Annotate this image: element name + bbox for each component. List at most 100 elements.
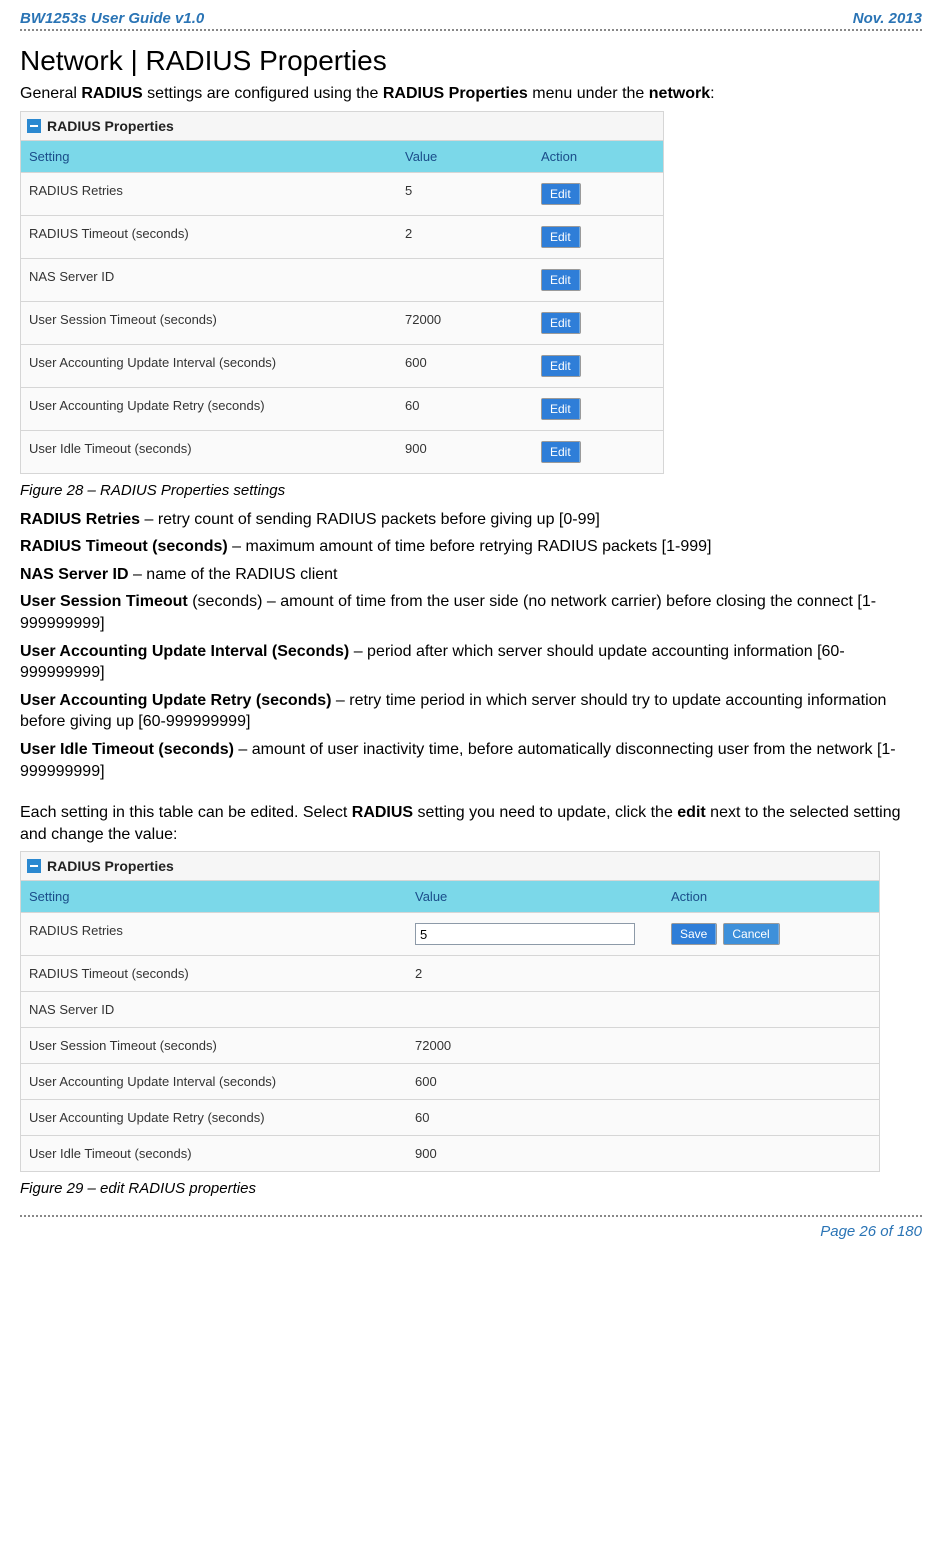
cell-action: Edit [533, 388, 663, 430]
doc-title: BW1253s User Guide v1.0 [20, 10, 204, 27]
cell-value [407, 992, 663, 1027]
edit-button[interactable]: Edit [541, 355, 581, 377]
para-text: Each setting in this table can be edited… [20, 804, 352, 821]
col-value: Value [397, 141, 533, 172]
table-row: NAS Server ID Edit [21, 258, 663, 301]
cell-value: 2 [397, 216, 533, 258]
cell-action [663, 992, 879, 1027]
col-action: Action [533, 141, 663, 172]
definition-term: RADIUS Retries [20, 511, 140, 528]
cell-setting: RADIUS Timeout (seconds) [21, 216, 397, 258]
cell-action: Edit [533, 431, 663, 473]
definition-term: NAS Server ID [20, 566, 129, 583]
cell-setting: User Accounting Update Retry (seconds) [21, 388, 397, 430]
table-row: User Session Timeout (seconds)72000 [21, 1027, 879, 1063]
panel-title: RADIUS Properties [47, 858, 174, 874]
intro-text: General [20, 85, 81, 102]
cell-action [663, 1064, 879, 1099]
cell-setting: User Session Timeout (seconds) [21, 1028, 407, 1063]
table-row: RADIUS Timeout (seconds)2 [21, 955, 879, 991]
intro-paragraph: General RADIUS settings are configured u… [20, 83, 922, 105]
definition-line: NAS Server ID – name of the RADIUS clien… [20, 564, 922, 586]
table-row: User Idle Timeout (seconds)900 Edit [21, 430, 663, 473]
cell-value [397, 259, 533, 301]
cell-value: 900 [397, 431, 533, 473]
cell-setting: RADIUS Timeout (seconds) [21, 956, 407, 991]
intro-text: menu under the [528, 85, 649, 102]
table-row: User Session Timeout (seconds)72000Edit [21, 301, 663, 344]
cell-value: 60 [397, 388, 533, 430]
cell-action: Edit [533, 173, 663, 215]
col-value: Value [407, 881, 663, 912]
cell-action: Save Cancel [663, 913, 879, 955]
header-rule [20, 29, 922, 31]
edit-button[interactable]: Edit [541, 183, 581, 205]
table-row: User Accounting Update Interval (seconds… [21, 1063, 879, 1099]
definition-line: RADIUS Retries – retry count of sending … [20, 509, 922, 531]
doc-date: Nov. 2013 [853, 10, 922, 27]
cell-value: 5 [397, 173, 533, 215]
each-setting-paragraph: Each setting in this table can be edited… [20, 802, 922, 845]
table-row: User Accounting Update Interval (seconds… [21, 344, 663, 387]
table-header: Setting Value Action [21, 880, 879, 912]
definition-term: User Idle Timeout (seconds) [20, 741, 234, 758]
cell-action: Edit [533, 345, 663, 387]
definition-term: User Accounting Update Retry (seconds) [20, 692, 331, 709]
intro-bold-radius: RADIUS [81, 85, 142, 102]
edit-button[interactable]: Edit [541, 398, 581, 420]
cell-value: 2 [407, 956, 663, 991]
cell-action: Edit [533, 216, 663, 258]
cell-action: Edit [533, 302, 663, 344]
edit-button[interactable]: Edit [541, 441, 581, 463]
cell-value: 600 [397, 345, 533, 387]
definition-term: User Accounting Update Interval (Seconds… [20, 643, 349, 660]
cell-setting: User Idle Timeout (seconds) [21, 1136, 407, 1171]
cell-action [663, 1136, 879, 1171]
collapse-icon[interactable] [27, 859, 41, 873]
cell-setting: RADIUS Retries [21, 913, 407, 955]
cell-setting: User Accounting Update Retry (seconds) [21, 1100, 407, 1135]
panel-title: RADIUS Properties [47, 118, 174, 134]
table-row: RADIUS Retries Save Cancel [21, 912, 879, 955]
collapse-icon[interactable] [27, 119, 41, 133]
section-title: Network | RADIUS Properties [20, 45, 922, 77]
col-setting: Setting [21, 881, 407, 912]
cell-setting: User Idle Timeout (seconds) [21, 431, 397, 473]
col-setting: Setting [21, 141, 397, 172]
definition-text: – retry count of sending RADIUS packets … [140, 511, 600, 528]
table-row: RADIUS Timeout (seconds)2 Edit [21, 215, 663, 258]
save-button[interactable]: Save [671, 923, 717, 945]
intro-text: : [710, 85, 714, 102]
panel-title-row: RADIUS Properties [21, 852, 879, 880]
edit-button[interactable]: Edit [541, 269, 581, 291]
definition-line: User Session Timeout (seconds) – amount … [20, 591, 922, 634]
cell-setting: NAS Server ID [21, 992, 407, 1027]
definition-term: RADIUS Timeout (seconds) [20, 538, 228, 555]
radius-properties-edit-panel: RADIUS Properties Setting Value Action R… [20, 851, 880, 1172]
cell-value [407, 913, 663, 955]
cell-setting: RADIUS Retries [21, 173, 397, 215]
table-header: Setting Value Action [21, 140, 663, 172]
cell-value: 72000 [407, 1028, 663, 1063]
col-action: Action [663, 881, 879, 912]
definition-text: – maximum amount of time before retrying… [228, 538, 712, 555]
edit-button[interactable]: Edit [541, 226, 581, 248]
cancel-button[interactable]: Cancel [723, 923, 779, 945]
intro-bold-properties: RADIUS Properties [383, 85, 528, 102]
cell-setting: NAS Server ID [21, 259, 397, 301]
cell-value: 60 [407, 1100, 663, 1135]
para-bold-edit: edit [677, 804, 705, 821]
definition-line: User Idle Timeout (seconds) – amount of … [20, 739, 922, 782]
definition-text: – name of the RADIUS client [129, 566, 338, 583]
intro-text: settings are configured using the [143, 85, 383, 102]
page-header: BW1253s User Guide v1.0 Nov. 2013 [20, 10, 922, 29]
cell-value: 600 [407, 1064, 663, 1099]
page-footer: Page 26 of 180 [20, 1217, 922, 1248]
para-text: setting you need to update, click the [413, 804, 677, 821]
edit-button[interactable]: Edit [541, 312, 581, 334]
definition-term: User Session Timeout [20, 593, 188, 610]
cell-action [663, 1100, 879, 1135]
intro-bold-network: network [649, 85, 710, 102]
cell-value: 72000 [397, 302, 533, 344]
value-input[interactable] [415, 923, 635, 945]
